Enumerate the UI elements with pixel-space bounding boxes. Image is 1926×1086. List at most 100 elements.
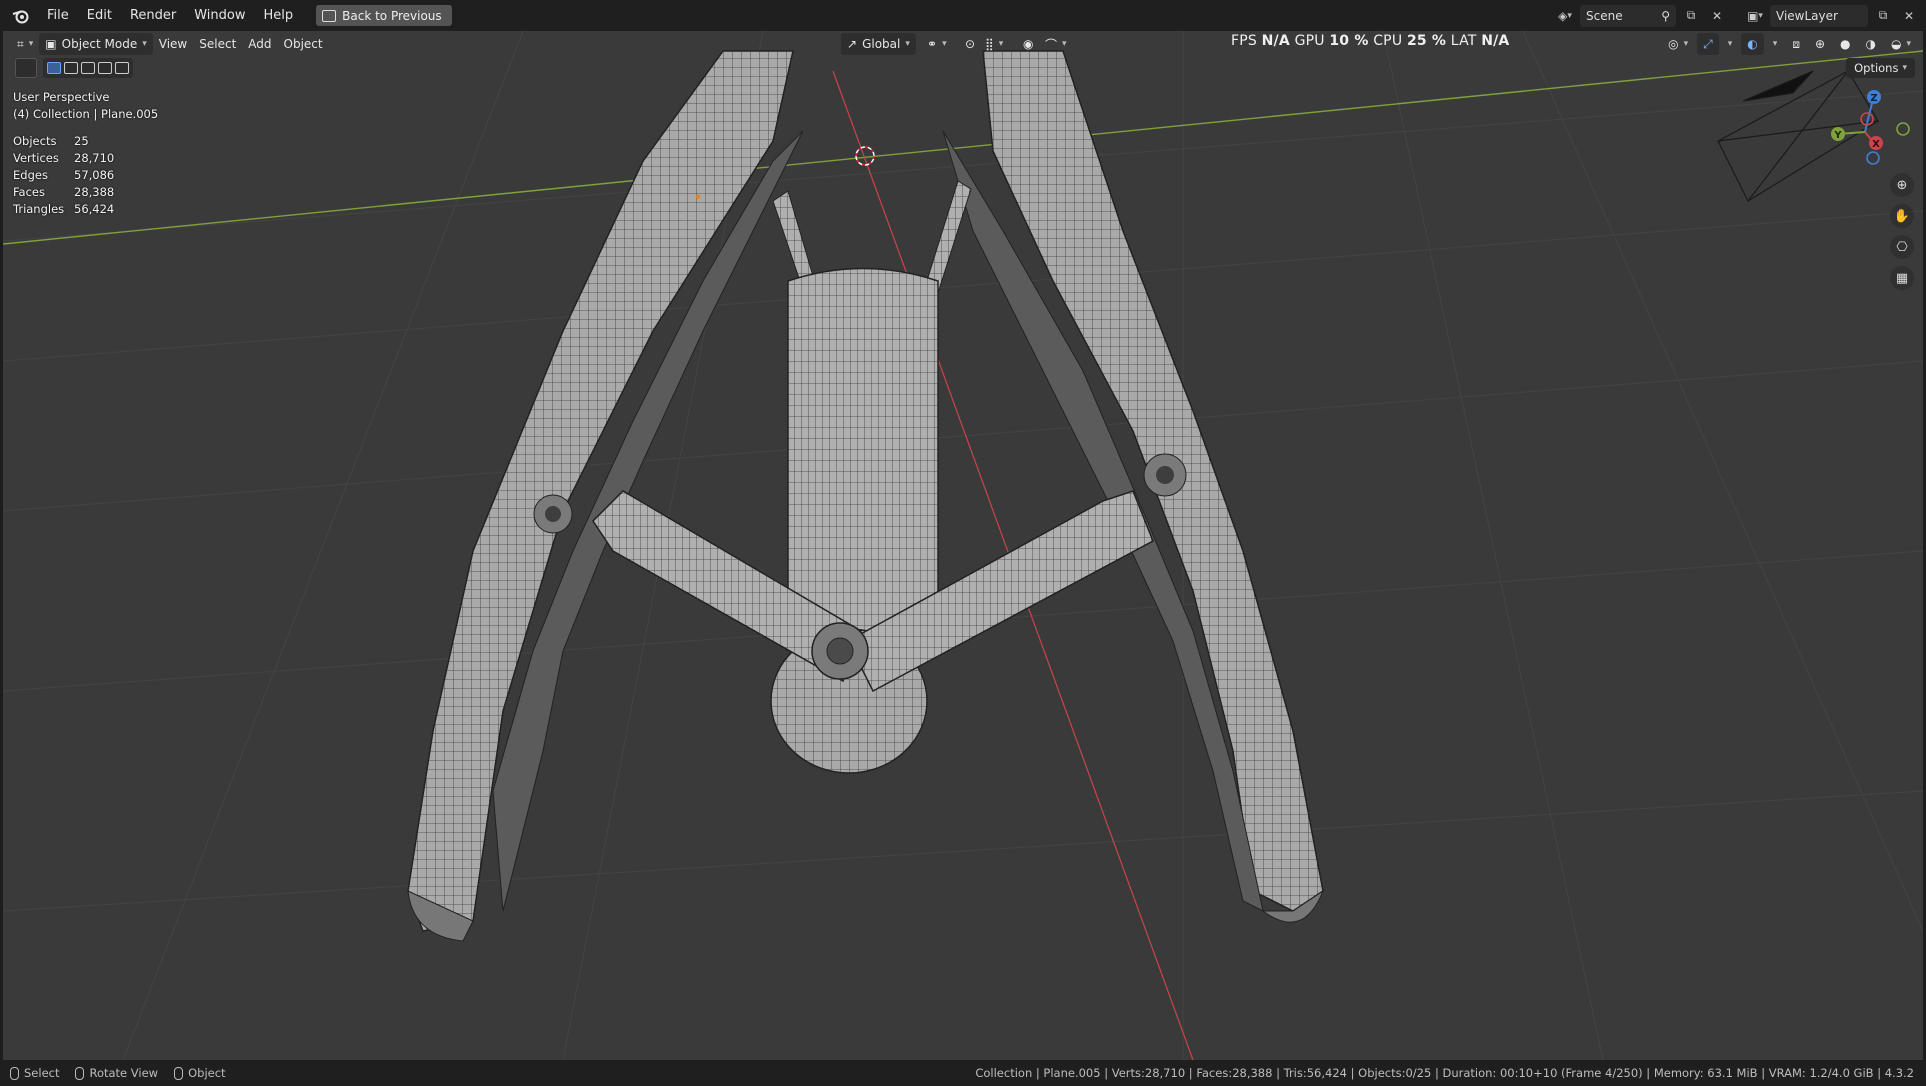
perspective-grid-icon[interactable]: ▦ — [1890, 266, 1914, 290]
camera-object[interactable] — [1717, 70, 1879, 202]
shading-material-icon[interactable]: ◑ — [1860, 33, 1882, 55]
shading-solid-icon[interactable]: ● — [1834, 33, 1856, 55]
gizmo-dropdown[interactable]: ▾ — [1722, 33, 1739, 55]
scene-selector-icon[interactable]: ◈ ▾ — [1554, 5, 1576, 27]
menu-file[interactable]: File — [38, 4, 78, 27]
lat-label: LAT — [1450, 33, 1477, 49]
chevron-down-icon: ▾ — [1902, 63, 1907, 73]
object-mode-dropdown[interactable]: ▣ Object Mode ▾ — [39, 33, 153, 55]
object-mode-icon: ▣ — [45, 37, 57, 51]
menu-edit[interactable]: Edit — [78, 4, 121, 27]
overlay-toggle-icon[interactable]: ◐ — [1741, 33, 1764, 55]
tool-settings-row — [15, 58, 133, 78]
select-new-icon[interactable] — [47, 62, 61, 74]
selection-mode-group[interactable] — [43, 58, 133, 78]
navigation-gizmo[interactable]: Z Y X — [1831, 90, 1910, 165]
orientation-label: Global — [862, 37, 901, 51]
new-view-layer-icon[interactable]: ⧉ — [1872, 5, 1894, 27]
navigation-tools: ⊕ ✋ ⎔ ▦ — [1890, 173, 1914, 290]
hint-object: Object — [174, 1066, 226, 1080]
shading-wireframe-icon[interactable]: ⊕ — [1809, 33, 1831, 55]
scene-statistics: Objects 25 Vertices 28,710 Edges 57,086 Fac… — [13, 134, 114, 219]
gpu-value: 10 % — [1329, 33, 1369, 49]
status-hints: Select Rotate View Object — [0, 1066, 226, 1080]
visibility-icon[interactable]: ◎ ▾ — [1662, 33, 1694, 55]
topbar-right-group: ◈ ▾ Scene ⚲ ⧉ ✕ ▣ ▾ ViewLayer ⧉ ✕ — [1554, 0, 1926, 31]
fps-value: N/A — [1261, 33, 1290, 49]
view-name: User Perspective — [13, 90, 110, 104]
pivot-point-icon[interactable]: ⚭ ▾ — [921, 33, 953, 55]
select-tool-icon[interactable] — [15, 58, 37, 78]
camera-view-icon[interactable]: ⎔ — [1890, 235, 1914, 259]
menu-help[interactable]: Help — [255, 4, 303, 27]
stat-label: Triangles — [13, 202, 65, 216]
hint-rotate-label: Rotate View — [89, 1066, 159, 1080]
editor-type-button[interactable]: ⌗ ▾ — [11, 33, 39, 55]
stat-row: Objects 25 — [13, 134, 114, 151]
delete-scene-icon[interactable]: ✕ — [1706, 5, 1728, 27]
hint-rotate: Rotate View — [75, 1066, 158, 1080]
3d-viewport[interactable]: Z Y X ⌗ ▾ ▣ Object Mode ▾ View Select Add… — [3, 31, 1923, 1060]
cpu-value: 25 % — [1406, 33, 1447, 49]
menu-select[interactable]: Select — [193, 33, 242, 55]
3d-cursor[interactable] — [855, 146, 875, 166]
select-invert-icon[interactable] — [98, 62, 112, 74]
hint-object-label: Object — [188, 1066, 226, 1080]
gizmo-y-label: Y — [1833, 130, 1842, 141]
pin-icon[interactable]: ⚲ — [1661, 9, 1670, 23]
scene-name: Scene — [1586, 8, 1623, 23]
gizmo-x-label: X — [1872, 139, 1880, 150]
select-intersect-icon[interactable] — [115, 62, 129, 74]
object-origin-dot — [695, 194, 701, 200]
xray-toggle-icon[interactable]: ⧈ — [1786, 33, 1806, 55]
new-scene-icon[interactable]: ⧉ — [1680, 5, 1702, 27]
stat-value: 28,388 — [74, 185, 115, 199]
proportional-editing-icon[interactable]: ◉ — [1017, 33, 1039, 55]
select-extend-icon[interactable] — [64, 62, 78, 74]
status-bar: Select Rotate View Object Collection | P… — [0, 1060, 1926, 1086]
snap-icon[interactable]: ⊙ — [959, 33, 981, 55]
fps-label: FPS — [1231, 33, 1257, 49]
stat-row: Faces 28,388 — [13, 185, 114, 202]
lat-value: N/A — [1481, 33, 1510, 49]
zoom-icon[interactable]: ⊕ — [1890, 173, 1914, 197]
menu-add[interactable]: Add — [242, 33, 277, 55]
menu-window[interactable]: Window — [185, 4, 254, 27]
orientation-icon: ↗ — [847, 37, 858, 51]
snap-target-icon[interactable]: ⣿ ▾ — [979, 33, 1009, 55]
stat-label: Vertices — [13, 151, 59, 165]
menu-render[interactable]: Render — [121, 4, 185, 27]
gizmo-z-label: Z — [1870, 93, 1877, 104]
stat-label: Faces — [13, 185, 45, 199]
stat-row: Triangles 56,424 — [13, 202, 114, 219]
chevron-down-icon: ▾ — [142, 39, 147, 49]
scene-name-field[interactable]: Scene ⚲ — [1580, 4, 1676, 27]
options-label: Options — [1854, 61, 1899, 75]
transform-orientation-dropdown[interactable]: ↗ Global ▾ — [841, 33, 916, 55]
stat-value: 57,086 — [74, 168, 115, 182]
top-bar: File Edit Render Window Help Back to Pre… — [0, 0, 1926, 31]
stat-value: 25 — [74, 134, 89, 148]
view-layer-name: ViewLayer — [1776, 8, 1838, 23]
performance-readout: FPS N/A GPU 10 % CPU 25 % LAT N/A — [1231, 33, 1509, 49]
blender-logo-icon[interactable] — [10, 5, 32, 27]
select-subtract-icon[interactable] — [81, 62, 95, 74]
view-layer-selector-icon[interactable]: ▣ ▾ — [1744, 5, 1766, 27]
stat-row: Edges 57,086 — [13, 168, 114, 185]
pan-hand-icon[interactable]: ✋ — [1890, 204, 1914, 228]
screen-icon — [322, 9, 337, 22]
gizmo-toggle-icon[interactable]: ⤢ — [1697, 33, 1719, 55]
viewport-right-header: ◎ ▾ ⤢ ▾ ◐ ▾ ⧈ ⊕ ● ◑ ◒ ▾ — [1662, 33, 1917, 55]
overlay-dropdown[interactable]: ▾ — [1767, 33, 1784, 55]
gripper-mesh[interactable] — [407, 50, 1325, 942]
menu-view[interactable]: View — [153, 33, 193, 55]
gpu-label: GPU — [1294, 33, 1325, 49]
mouse-right-icon — [174, 1066, 184, 1080]
falloff-icon[interactable]: ⌒ ▾ — [1039, 33, 1073, 55]
back-to-previous-button[interactable]: Back to Previous — [316, 5, 452, 26]
options-dropdown[interactable]: Options ▾ — [1846, 58, 1915, 78]
delete-view-layer-icon[interactable]: ✕ — [1898, 5, 1920, 27]
shading-rendered-icon[interactable]: ◒ ▾ — [1885, 33, 1917, 55]
view-layer-field[interactable]: ViewLayer — [1770, 4, 1868, 27]
menu-object[interactable]: Object — [278, 33, 329, 55]
